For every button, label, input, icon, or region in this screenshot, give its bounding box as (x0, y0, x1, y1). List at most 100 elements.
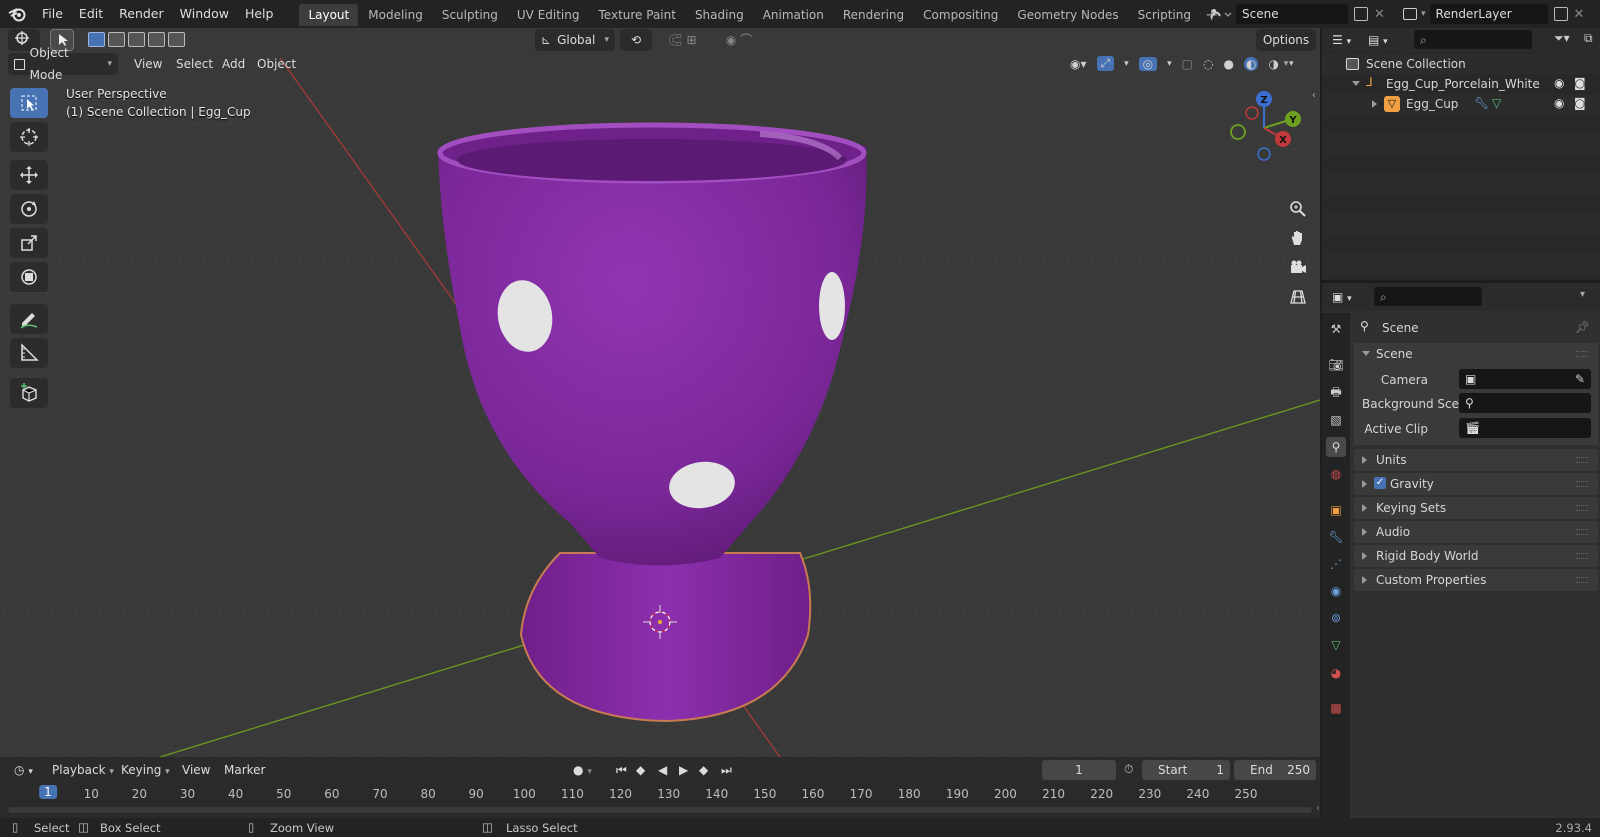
menu-help[interactable]: Help (237, 0, 282, 28)
mesh-data-icon[interactable]: ▽ (1492, 96, 1501, 110)
shading-dropdown-icon[interactable]: ▾ (1289, 59, 1294, 69)
workspace-tab-geometry-nodes[interactable]: Geometry Nodes (1008, 4, 1127, 26)
shading-material-icon[interactable]: ◐ (1243, 56, 1259, 71)
workspace-tab-shading[interactable]: Shading (686, 4, 753, 26)
object-mode-dropdown[interactable]: Object Mode ▾ (8, 46, 118, 82)
drag-grip-icon[interactable] (1576, 553, 1588, 559)
menu-edit[interactable]: Edit (71, 0, 111, 28)
play-reverse-icon[interactable]: ◀ (654, 759, 674, 781)
timeline-collapse-icon[interactable]: ‹ (1316, 803, 1320, 814)
workspace-tab-animation[interactable]: Animation (754, 4, 833, 26)
gizmo-toggle-icon[interactable]: ⤢ (1096, 56, 1115, 71)
3d-viewport[interactable]: ⊾ Global ▾ ⟲ 🧲︎ ⊞ ◉ ⌒ Options ▾ Object M… (0, 28, 1320, 757)
prev-keyframe-icon[interactable]: ◆ (633, 759, 653, 781)
workspace-tab-scripting[interactable]: Scripting (1129, 4, 1200, 26)
visibility-eye-icon[interactable]: ◉▾ (1070, 57, 1087, 71)
material-tab-icon[interactable]: ◕ (1326, 663, 1346, 683)
scene-selector[interactable]: Scene ✕ (1208, 4, 1385, 24)
shading-solid-icon[interactable]: ● (1223, 57, 1233, 71)
camera-field[interactable]: ▣ ✎ (1459, 369, 1591, 389)
transform-orientation-dropdown[interactable]: ⊾ Global ▾ (535, 29, 615, 51)
close-scene-icon[interactable]: ✕ (1374, 7, 1385, 22)
constraints-tab-icon[interactable]: ⊚ (1326, 608, 1346, 628)
rotate-tool[interactable] (10, 194, 48, 224)
viewport-menu-view[interactable]: View (128, 53, 168, 75)
pivot-point-dropdown[interactable]: ⟲ (620, 29, 652, 51)
workspace-tab-compositing[interactable]: Compositing (914, 4, 1007, 26)
render-tab-icon[interactable]: 📷︎ (1326, 355, 1346, 375)
workspace-tab-rendering[interactable]: Rendering (834, 4, 913, 26)
texture-tab-icon[interactable]: ▩ (1326, 698, 1346, 718)
workspace-tab-uv-editing[interactable]: UV Editing (508, 4, 589, 26)
drag-grip-icon[interactable] (1576, 505, 1588, 511)
eye-visibility-icon[interactable]: ◉ (1554, 96, 1564, 110)
current-frame-field[interactable]: 1 (1042, 760, 1116, 780)
eyedropper-icon[interactable]: ✎ (1575, 369, 1585, 389)
scene-tab-icon[interactable]: ⚲ (1326, 437, 1346, 457)
active-clip-field[interactable]: 🎬︎ (1459, 418, 1591, 438)
close-layer-icon[interactable]: ✕ (1574, 7, 1585, 22)
workspace-tab-texture-paint[interactable]: Texture Paint (590, 4, 685, 26)
drag-grip-icon[interactable] (1576, 577, 1588, 583)
panel-header-rigid-body-world[interactable]: Rigid Body World (1354, 545, 1598, 567)
viewport-menu-select[interactable]: Select (170, 53, 219, 75)
drag-grip-icon[interactable] (1576, 351, 1588, 357)
view-layer-selector[interactable]: ▾ RenderLayer ✕ (1403, 4, 1584, 24)
transform-tool[interactable] (10, 262, 48, 292)
move-tool[interactable] (10, 160, 48, 190)
outliner-row-mesh-object[interactable]: ▽ Egg_Cup 🔧︎ ▽ ◉ ◙ (1322, 94, 1600, 114)
timeline-menu-playback[interactable]: Playback ▾ (46, 759, 120, 781)
timeline-scrollbar[interactable] (8, 807, 1312, 813)
copy-scene-icon[interactable] (1354, 7, 1368, 21)
panel-header-units[interactable]: Units (1354, 449, 1598, 471)
menu-file[interactable]: File (34, 0, 71, 28)
outliner-editor-type[interactable]: ☰ ▾ (1326, 29, 1358, 51)
display-mode-dropdown[interactable]: ▤ ▾ (1362, 29, 1394, 51)
panel-header-custom-properties[interactable]: Custom Properties (1354, 569, 1598, 591)
tool-tab-icon[interactable]: ⚒ (1326, 319, 1346, 339)
new-collection-icon[interactable]: ⧉ (1584, 31, 1593, 46)
timeline-menu-keying[interactable]: Keying ▾ (115, 759, 176, 781)
render-layer-field[interactable]: RenderLayer (1429, 4, 1548, 24)
options-dropdown[interactable]: Options ▾ (1256, 29, 1316, 69)
cursor-tool[interactable] (10, 122, 48, 152)
render-camera-icon[interactable]: ◙ (1574, 76, 1586, 90)
play-icon[interactable]: ▶ (675, 759, 695, 781)
physics-tab-icon[interactable]: ◉ (1326, 581, 1346, 601)
scene-name-field[interactable]: Scene (1236, 4, 1348, 24)
pan-button[interactable] (1285, 225, 1311, 251)
xray-icon[interactable]: ▢ (1182, 57, 1193, 71)
drag-grip-icon[interactable] (1576, 529, 1588, 535)
playhead-frame-indicator[interactable]: 1 (39, 785, 57, 799)
drag-grip-icon[interactable] (1576, 481, 1588, 487)
eye-visibility-icon[interactable]: ◉ (1554, 76, 1564, 90)
drag-grip-icon[interactable] (1576, 457, 1588, 463)
measure-tool[interactable] (10, 338, 48, 368)
gravity-checkbox[interactable]: ✓ (1374, 477, 1386, 489)
overlays-icon[interactable]: ◎ (1138, 56, 1158, 71)
workspace-tab-modeling[interactable]: Modeling (359, 4, 432, 26)
properties-options-icon[interactable]: ▾ (1580, 289, 1585, 300)
object-tab-icon[interactable]: ▣ (1326, 500, 1346, 520)
outliner-row-empty-object[interactable]: ⅃ Egg_Cup_Porcelain_White ◉ ◙ (1322, 74, 1600, 94)
navigation-gizmo[interactable]: Z Y X (1226, 90, 1306, 166)
shading-wireframe-icon[interactable]: ◌ (1203, 57, 1213, 71)
expand-down-icon[interactable] (1352, 81, 1360, 86)
panel-header-keying-sets[interactable]: Keying Sets (1354, 497, 1598, 519)
stopwatch-icon[interactable]: ⏱ (1124, 762, 1133, 777)
sidebar-toggle-icon[interactable]: ‹ (1312, 90, 1316, 101)
jump-end-icon[interactable]: ⏭ (717, 759, 737, 781)
panel-header-gravity[interactable]: ✓ Gravity (1354, 473, 1598, 495)
filter-icon[interactable]: ⏷▾ (1554, 31, 1570, 46)
panel-header-scene[interactable]: Scene (1354, 343, 1598, 365)
pin-icon[interactable]: 📌︎ (1575, 320, 1590, 334)
properties-editor-type[interactable]: ▣ ▾ (1326, 286, 1358, 308)
view-layer-tab-icon[interactable]: ▧ (1326, 410, 1346, 430)
viewport-menu-object[interactable]: Object (251, 53, 302, 75)
modifier-wrench-icon[interactable]: 🔧︎ (1474, 96, 1489, 110)
next-keyframe-icon[interactable]: ◆ (696, 759, 716, 781)
timeline-menu-view[interactable]: View (176, 759, 216, 781)
camera-view-button[interactable] (1285, 254, 1311, 280)
mesh-data-tab-icon[interactable]: ▽ (1326, 635, 1346, 655)
end-frame-field[interactable]: End 250 (1234, 760, 1316, 780)
